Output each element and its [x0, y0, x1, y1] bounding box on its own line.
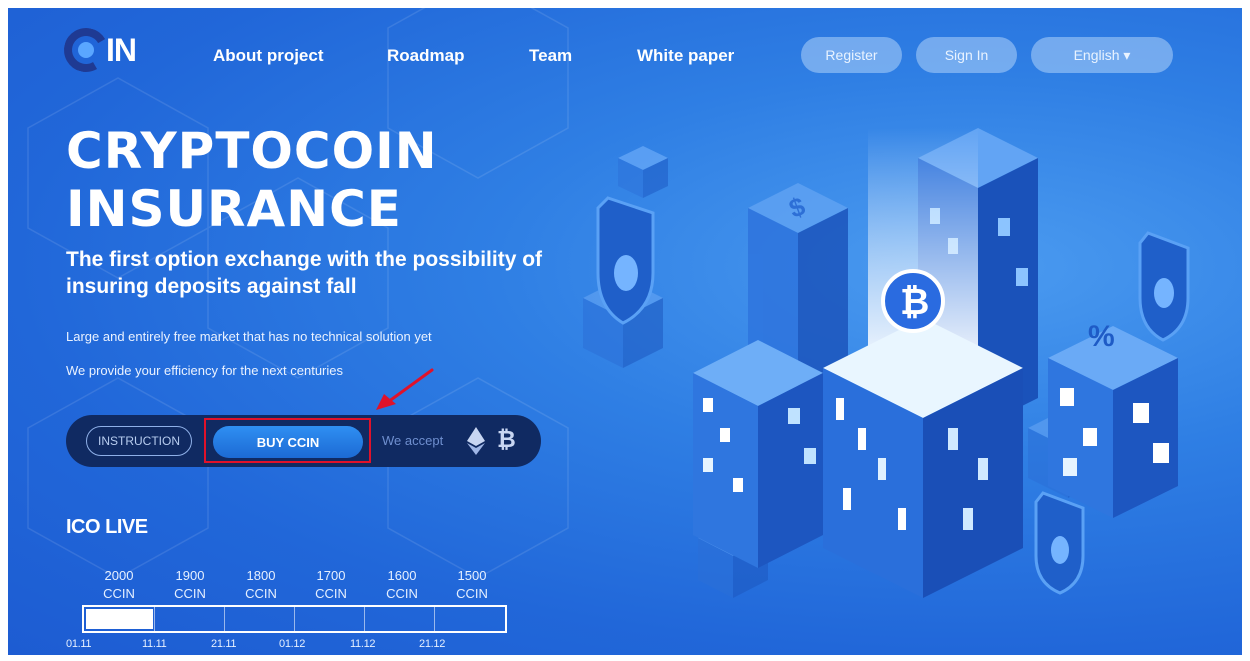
ico-tier-amount: 1800	[246, 568, 276, 583]
ico-tier-unit: CCIN	[245, 586, 277, 601]
instruction-button[interactable]: INSTRUCTION	[86, 426, 192, 456]
ico-tier-amount: 1700	[316, 568, 346, 583]
language-select[interactable]: English ▾	[1031, 37, 1173, 73]
left-building	[693, 340, 823, 568]
ico-divider	[434, 607, 435, 631]
ethereum-icon	[467, 427, 485, 455]
ico-date: 11.11	[142, 638, 167, 650]
svg-text:₿: ₿	[900, 282, 929, 323]
ico-tier: 1700 CCIN	[301, 567, 361, 603]
ico-tier: 1600 CCIN	[372, 567, 432, 603]
ico-date: 11.12	[350, 638, 376, 650]
bitcoin-icon: ₿	[497, 426, 516, 452]
hero-title: CRYPTOCOIN INSURANCE	[66, 122, 438, 238]
ico-divider	[154, 607, 155, 631]
central-building	[823, 318, 1023, 598]
ico-tier-unit: CCIN	[315, 586, 347, 601]
percent-icon: %	[1088, 320, 1115, 353]
logo-text: IN	[106, 32, 137, 68]
ico-date: 21.12	[419, 638, 446, 650]
ico-tier: 2000 CCIN	[89, 567, 149, 603]
ico-divider	[224, 607, 225, 631]
register-button[interactable]: Register	[801, 37, 902, 73]
shield-icon	[596, 196, 655, 325]
buy-ccin-button[interactable]: BUY CCIN	[213, 426, 363, 458]
shield-icon	[1034, 491, 1085, 595]
ico-date: 01.11	[66, 638, 92, 650]
hero-paragraph-2: We provide your efficiency for the next …	[66, 363, 343, 378]
ico-progress-fill	[86, 609, 153, 629]
logo[interactable]: IN	[59, 23, 164, 77]
hero-title-line1: CRYPTOCOIN	[66, 122, 438, 180]
hero-title-line2: INSURANCE	[66, 180, 402, 238]
landing-page: IN About project Roadmap Team White pape…	[8, 8, 1242, 655]
signin-button[interactable]: Sign In	[916, 37, 1017, 73]
ico-tier-unit: CCIN	[386, 586, 418, 601]
ico-tier-amount: 1600	[387, 568, 417, 583]
ico-progress-bar	[82, 605, 507, 633]
ico-divider	[364, 607, 365, 631]
ico-tier: 1900 CCIN	[160, 567, 220, 603]
ico-date: 21.11	[211, 638, 237, 650]
ico-live-title: ICO LIVE	[66, 516, 148, 538]
shield-icon	[1138, 231, 1190, 342]
percent-building	[1048, 326, 1178, 518]
ico-tier: 1800 CCIN	[231, 567, 291, 603]
logo-dot	[78, 42, 94, 58]
ico-tier: 1500 CCIN	[442, 567, 502, 603]
arrow-annotation	[376, 368, 434, 410]
nav-about-project[interactable]: About project	[213, 46, 324, 66]
ico-tier-unit: CCIN	[174, 586, 206, 601]
ico-tier-amount: 1900	[175, 568, 205, 583]
ico-date: 01.12	[279, 638, 306, 650]
hero-subtitle: The first option exchange with the possi…	[66, 248, 543, 298]
ico-tier-amount: 2000	[104, 568, 134, 583]
isometric-illustration: $ ₿ %	[583, 128, 1190, 598]
ico-divider	[294, 607, 295, 631]
bitcoin-coin-icon: ₿	[881, 269, 945, 333]
hero-paragraph-1: Large and entirely free market that has …	[66, 329, 432, 344]
cta-bar: INSTRUCTION BUY CCIN We accept ₿	[66, 415, 541, 467]
nav-roadmap[interactable]: Roadmap	[387, 46, 464, 66]
we-accept-label: We accept	[382, 433, 444, 448]
nav-white-paper[interactable]: White paper	[637, 46, 734, 66]
ico-tier-amount: 1500	[457, 568, 487, 583]
nav-team[interactable]: Team	[529, 46, 572, 66]
ico-tier-unit: CCIN	[103, 586, 135, 601]
ico-tier-unit: CCIN	[456, 586, 488, 601]
